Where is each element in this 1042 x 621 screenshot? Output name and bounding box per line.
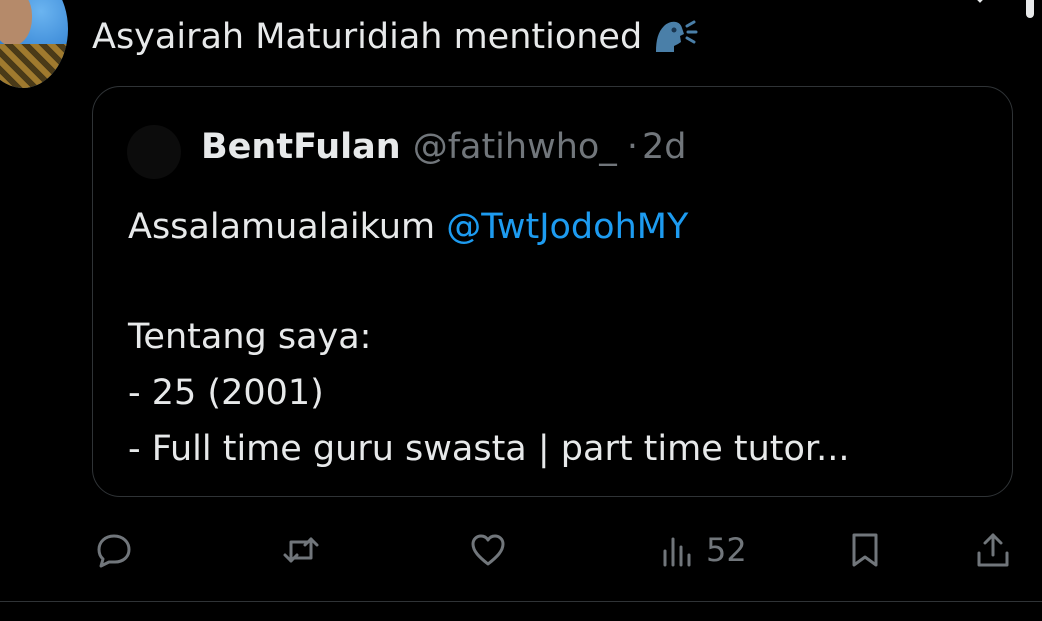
like-icon	[471, 534, 505, 566]
bookmark-icon	[852, 533, 878, 567]
reply-button[interactable]	[95, 522, 133, 578]
repost-button[interactable]	[282, 522, 320, 578]
share-button[interactable]	[974, 522, 1012, 578]
mention-link[interactable]: @TwtJodohMY	[446, 207, 688, 247]
more-icon[interactable]	[960, 0, 1000, 10]
action-bar: 52	[0, 522, 1042, 578]
body-line: - 25 (2001)	[128, 373, 324, 413]
quoted-tweet-body: Assalamualaikum @TwtJodohMY Tentang saya…	[128, 199, 849, 477]
quoted-tweet-card[interactable]: BentFulan @fatihwho_ · 2d Assalamualaikum @…	[92, 86, 1013, 497]
like-button[interactable]	[469, 522, 507, 578]
quoted-author-handle[interactable]: @fatihwho_	[413, 127, 617, 167]
body-line: - Full time guru swasta | part time tuto…	[128, 429, 850, 469]
bookmark-button[interactable]	[846, 522, 884, 578]
greeting-text: Assalamualaikum	[128, 207, 436, 247]
views-button[interactable]: 52	[660, 522, 747, 578]
scrollbar[interactable]	[1026, 0, 1034, 18]
views-count: 52	[706, 531, 747, 569]
quoted-tweet-time[interactable]: 2d	[642, 127, 687, 167]
views-icon	[663, 537, 691, 567]
quoted-author-name[interactable]: BentFulan	[201, 127, 401, 167]
post-divider	[0, 601, 1042, 602]
greeting-line: Assalamualaikum @TwtJodohMY	[128, 199, 849, 255]
body-line: Tentang saya:	[128, 317, 372, 357]
repost-icon	[283, 537, 319, 563]
avatar-shirt	[0, 44, 68, 88]
user-avatar[interactable]	[0, 0, 68, 88]
quoted-tweet-header: BentFulan @fatihwho_ · 2d	[201, 127, 686, 167]
quoted-author-avatar[interactable]	[127, 125, 181, 179]
share-icon	[977, 533, 1009, 567]
social-context: Asyairah Maturidiah mentioned	[92, 12, 698, 57]
reply-icon	[97, 534, 131, 568]
header-separator: ·	[626, 127, 638, 167]
social-context-text: Asyairah Maturidiah mentioned	[92, 17, 643, 57]
speaking-head-icon	[652, 12, 698, 56]
avatar-face	[0, 0, 32, 46]
